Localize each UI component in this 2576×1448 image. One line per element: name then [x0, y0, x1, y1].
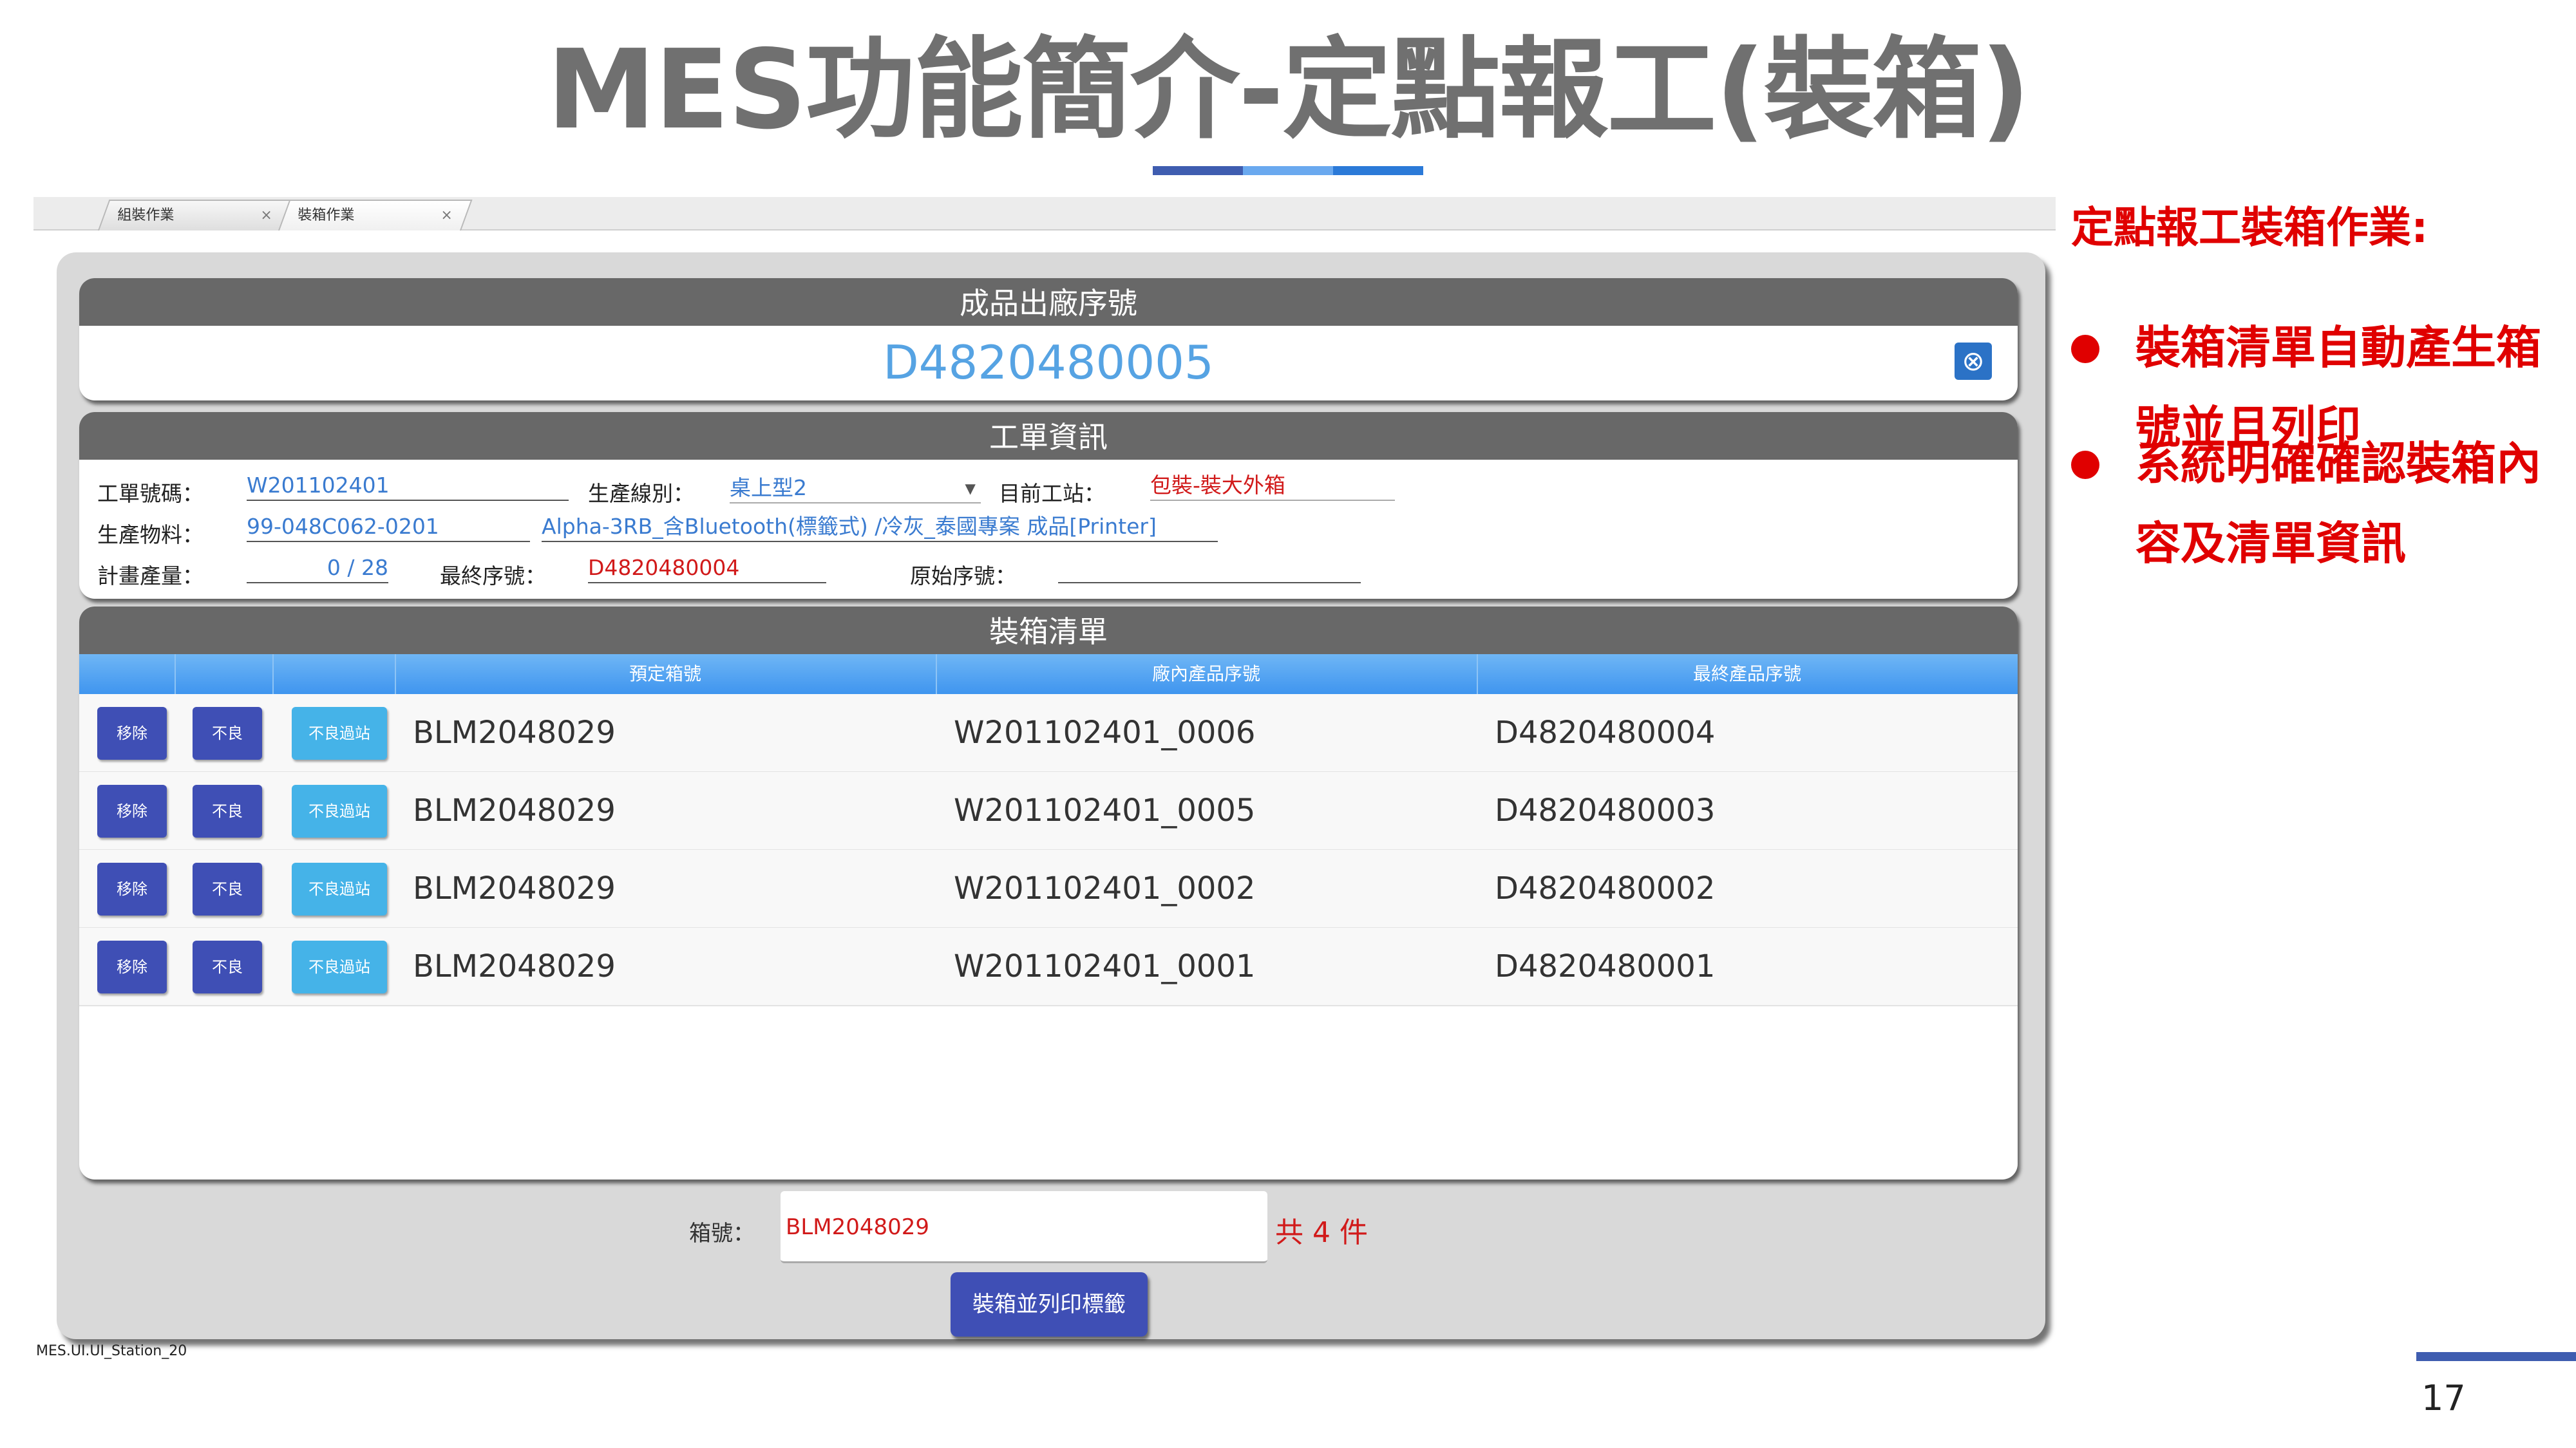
internal-serial-cell: W201102401_0002: [954, 870, 1256, 907]
original-serial-label: 原始序號：: [910, 563, 1016, 588]
chevron-down-icon: ▾: [965, 475, 976, 500]
bullet-icon: [2071, 451, 2099, 479]
notes-title: 定點報工裝箱作業:: [2071, 203, 2429, 252]
ng-pass-button[interactable]: 不良過站: [292, 941, 387, 993]
line-value: 桌上型2: [730, 475, 807, 500]
section-header: 成品出廠序號: [79, 278, 2018, 326]
original-serial-field[interactable]: [1058, 555, 1361, 583]
clear-icon[interactable]: ⊗: [1955, 343, 1992, 380]
page-number-rule: [2416, 1352, 2576, 1361]
internal-serial-cell: W201102401_0005: [954, 793, 1256, 829]
remove-button[interactable]: 移除: [97, 941, 167, 993]
close-icon[interactable]: ×: [440, 201, 452, 230]
tab-label: 裝箱作業: [298, 207, 355, 223]
app-footer: MES.UI.UI_Station_20: [36, 1343, 187, 1359]
pack-print-button[interactable]: 裝箱並列印標籤: [951, 1272, 1148, 1337]
final-serial-field[interactable]: D4820480004: [588, 555, 826, 583]
remove-button[interactable]: 移除: [97, 863, 167, 916]
app-panel: 成品出廠序號 D4820480005 ⊗ 工單資訊 工單號碼： W2011024…: [57, 252, 2045, 1339]
grid-header: 預定箱號 廠內產品序號 最終產品序號: [79, 654, 2018, 694]
ng-button[interactable]: 不良: [193, 863, 262, 916]
page-number: 17: [2421, 1378, 2466, 1418]
underline-segment: [1153, 166, 1243, 175]
table-row[interactable]: 移除 不良 不良過站 BLM2048029 W201102401_0001 D4…: [79, 928, 2018, 1006]
remove-button[interactable]: 移除: [97, 707, 167, 760]
final-serial-cell: D4820480001: [1495, 948, 1716, 984]
table-row[interactable]: 移除 不良 不良過站 BLM2048029 W201102401_0006 D4…: [79, 694, 2018, 773]
serial-input[interactable]: D4820480005: [79, 326, 2018, 399]
column-header-final-serial[interactable]: 最終產品序號: [1477, 654, 2018, 694]
final-serial-label: 最終序號：: [440, 563, 546, 588]
table-row[interactable]: 移除 不良 不良過站 BLM2048029 W201102401_0002 D4…: [79, 850, 2018, 928]
order-no-label: 工單號碼：: [97, 481, 204, 506]
box-cell: BLM2048029: [413, 715, 616, 751]
box-cell: BLM2048029: [413, 948, 616, 984]
close-icon[interactable]: ×: [260, 201, 272, 230]
line-label: 生產線別：: [588, 481, 694, 506]
ng-button[interactable]: 不良: [193, 785, 262, 838]
remove-button[interactable]: 移除: [97, 785, 167, 838]
final-serial-cell: D4820480002: [1495, 870, 1716, 907]
grid-divider: [272, 654, 274, 694]
ng-button[interactable]: 不良: [193, 941, 262, 993]
serial-section: 成品出廠序號 D4820480005 ⊗: [79, 278, 2018, 400]
grid-divider: [175, 654, 176, 694]
station-label: 目前工站：: [999, 481, 1105, 506]
internal-serial-cell: W201102401_0001: [954, 948, 1256, 984]
column-header-box[interactable]: 預定箱號: [395, 654, 936, 694]
final-serial-cell: D4820480004: [1495, 715, 1716, 751]
section-header: 裝箱清單: [79, 606, 2018, 654]
material-code-field[interactable]: 99-048C062-0201: [247, 514, 530, 542]
slide-title: MES功能簡介-定點報工(裝箱): [547, 26, 2031, 154]
material-label: 生產物料：: [97, 522, 204, 547]
qty-field[interactable]: 0 / 28: [247, 555, 388, 583]
table-row[interactable]: 移除 不良 不良過站 BLM2048029 W201102401_0005 D4…: [79, 772, 2018, 851]
final-serial-cell: D4820480003: [1495, 793, 1716, 829]
box-cell: BLM2048029: [413, 793, 616, 829]
station-field[interactable]: 包裝-裝大外箱: [1150, 473, 1395, 501]
box-cell: BLM2048029: [413, 870, 616, 907]
qty-label: 計畫產量：: [97, 563, 204, 588]
tab-label: 組裝作業: [117, 207, 175, 223]
ng-pass-button[interactable]: 不良過站: [292, 707, 387, 760]
material-desc-field[interactable]: Alpha-3RB_含Bluetooth(標籤式) /冷灰_泰國專案 成品[Pr…: [542, 514, 1218, 542]
note-text: 系統明確確認裝箱內容及清單資訊: [2136, 437, 2541, 570]
column-header-internal-serial[interactable]: 廠內產品序號: [936, 654, 1477, 694]
ng-pass-button[interactable]: 不良過站: [292, 785, 387, 838]
line-select[interactable]: 桌上型2 ▾: [730, 475, 981, 503]
tab-assembly[interactable]: 組裝作業 ×: [98, 200, 292, 230]
section-header: 工單資訊: [79, 412, 2018, 460]
packing-list-section: 裝箱清單 預定箱號 廠內產品序號 最終產品序號 移除 不良 不良過站 BLM20…: [79, 606, 2018, 1180]
tab-packing[interactable]: 裝箱作業 ×: [278, 200, 473, 230]
internal-serial-cell: W201102401_0006: [954, 715, 1256, 751]
tab-strip: 組裝作業 × 裝箱作業 ×: [33, 197, 2056, 230]
ng-pass-button[interactable]: 不良過站: [292, 863, 387, 916]
ng-button[interactable]: 不良: [193, 707, 262, 760]
bullet-icon: [2071, 335, 2099, 363]
order-no-field[interactable]: W201102401: [247, 473, 569, 501]
underline-segment: [1243, 166, 1333, 175]
title-underline: [1153, 166, 1423, 175]
underline-segment: [1333, 166, 1423, 175]
item-count: 共 4 件: [1275, 1216, 1368, 1249]
box-no-label: 箱號：: [689, 1221, 755, 1246]
box-no-input[interactable]: BLM2048029: [781, 1191, 1267, 1263]
work-order-section: 工單資訊 工單號碼： W201102401 生產線別： 桌上型2 ▾ 目前工站：…: [79, 412, 2018, 599]
